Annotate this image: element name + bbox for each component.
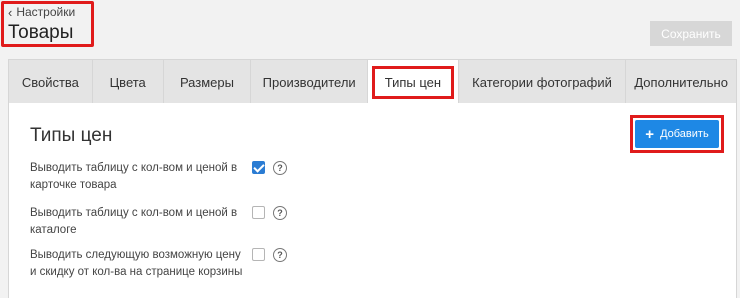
tab-label: Размеры <box>179 74 234 90</box>
help-icon[interactable]: ? <box>273 161 287 175</box>
highlight-box <box>1 1 94 47</box>
tab-additional[interactable]: Дополнительно <box>626 60 736 104</box>
option-row: Выводить таблицу с кол-вом и ценой в кат… <box>30 205 245 239</box>
tab-label: Свойства <box>21 74 79 90</box>
tab-photo-categories[interactable]: Категории фотографий <box>458 60 627 104</box>
tab-label: Цвета <box>109 74 146 90</box>
content-panel: Типы цен + Добавить Выводить таблицу с к… <box>8 103 737 298</box>
tab-label: Категории фотографий <box>472 74 612 90</box>
add-button[interactable]: + Добавить <box>635 120 719 148</box>
tab-label: Производители <box>262 74 356 90</box>
tab-label: Дополнительно <box>634 74 728 90</box>
section-title: Типы цен <box>30 125 113 146</box>
help-icon[interactable]: ? <box>273 248 287 262</box>
tab-manufacturers[interactable]: Производители <box>251 60 369 104</box>
save-button[interactable]: Сохранить <box>650 21 732 46</box>
help-icon[interactable]: ? <box>273 206 287 220</box>
tab-sizes[interactable]: Размеры <box>163 60 252 104</box>
option-row: Выводить следующую возможную цену и скид… <box>30 247 245 281</box>
option-checkbox-catalog[interactable] <box>252 206 265 219</box>
highlight-box: + Добавить <box>630 115 724 153</box>
add-button-label: Добавить <box>660 128 709 140</box>
option-checkbox-cart[interactable] <box>252 248 265 261</box>
tab-price-types[interactable]: Типы цен <box>368 60 459 104</box>
option-label: Выводить таблицу с кол-вом и ценой в кат… <box>30 207 238 236</box>
option-label: Выводить следующую возможную цену и скид… <box>30 249 243 278</box>
tab-colors[interactable]: Цвета <box>92 60 164 104</box>
option-row: Выводить таблицу с кол-вом и ценой в кар… <box>30 160 245 194</box>
option-checkbox-card[interactable] <box>252 161 265 174</box>
tab-properties[interactable]: Свойства <box>9 60 93 104</box>
option-label: Выводить таблицу с кол-вом и ценой в кар… <box>30 162 238 191</box>
tab-bar: Свойства Цвета Размеры Производители Тип… <box>8 59 737 104</box>
tab-label: Типы цен <box>371 65 455 99</box>
plus-icon: + <box>645 125 655 143</box>
